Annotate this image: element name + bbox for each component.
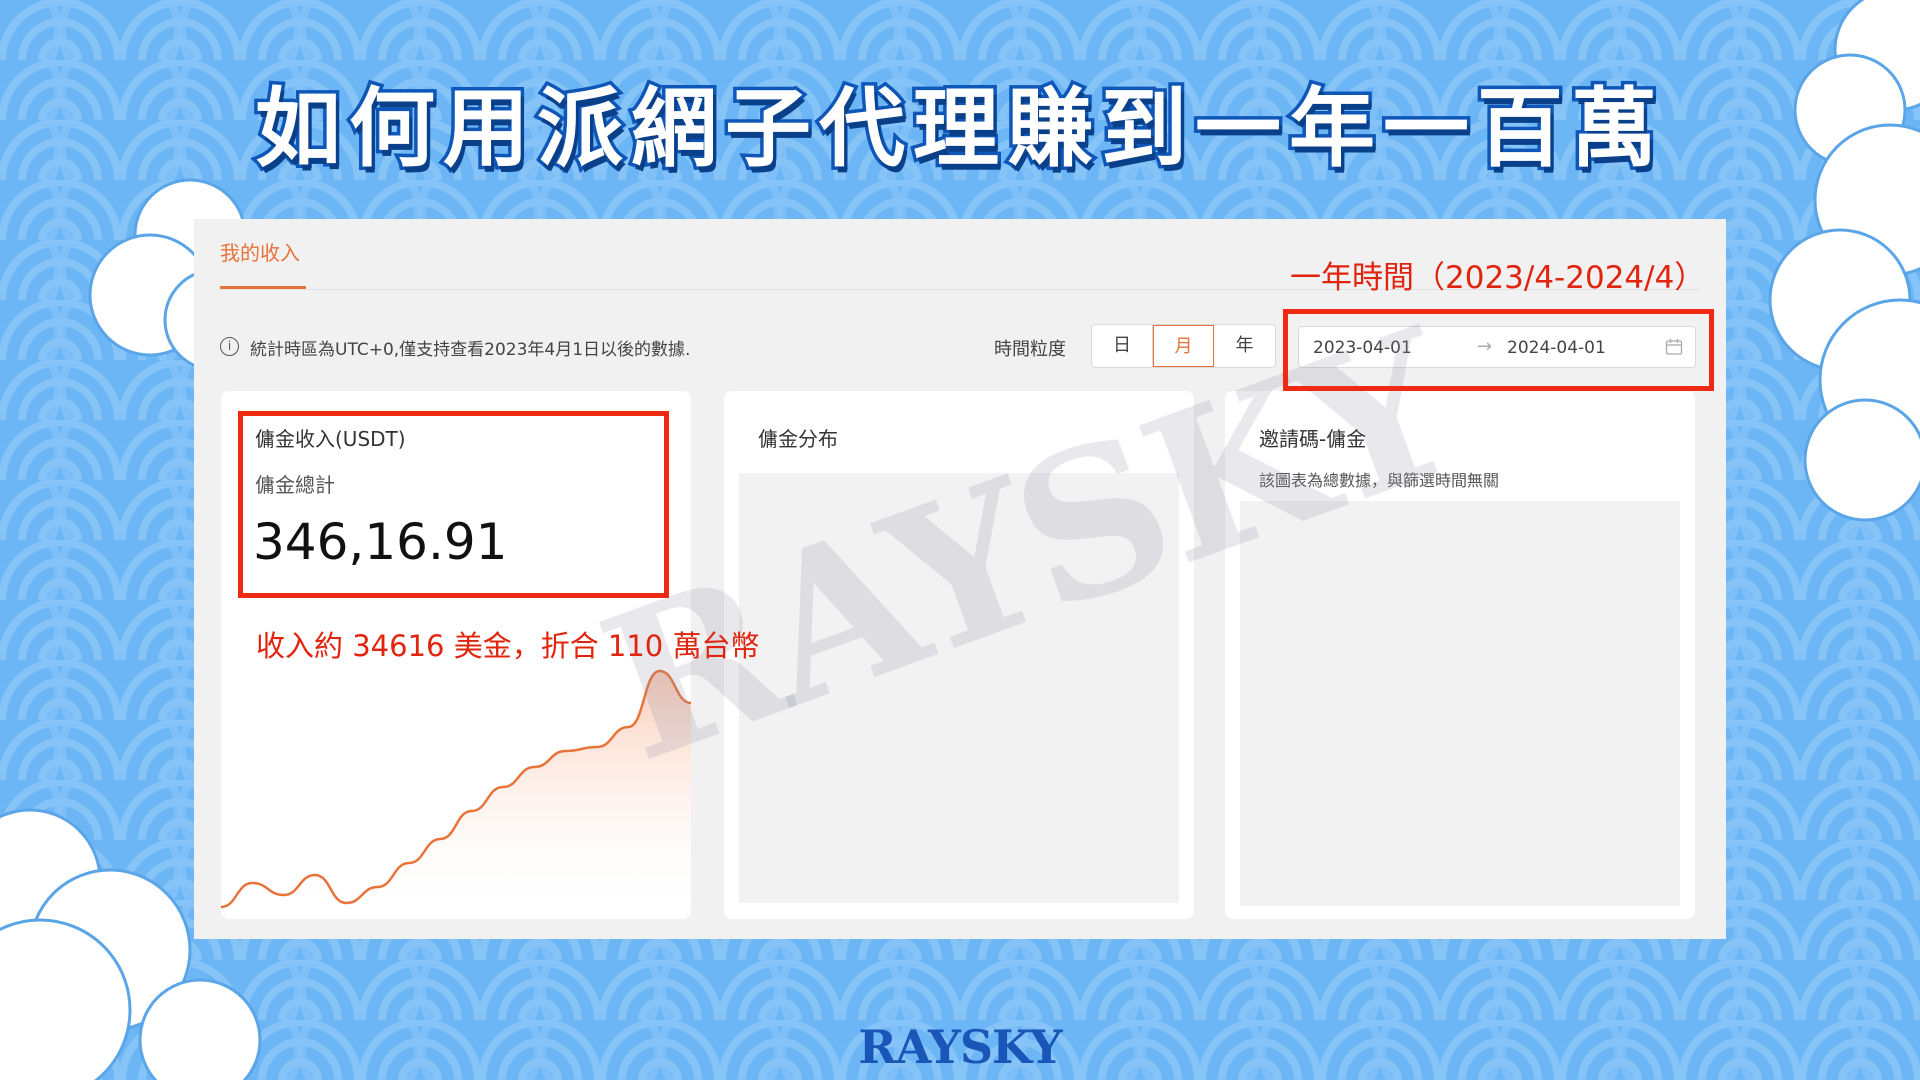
card-title: 傭金分布	[758, 427, 838, 451]
slide-title: 如何用派網子代理賺到一年一百萬	[252, 76, 1665, 183]
granularity-label: 時間粒度	[994, 339, 1066, 360]
granularity-day-button[interactable]: 日	[1092, 325, 1153, 367]
brand-logo: RAYSKY	[858, 1020, 1062, 1074]
income-annotation: 收入約 34616 美金，折合 110 萬台幣	[256, 629, 760, 663]
timezone-info-text: 統計時區為UTC+0,僅支持查看2023年4月1日以後的數據.	[250, 340, 691, 360]
tab-my-income[interactable]: 我的收入	[220, 237, 300, 266]
info-icon: i	[220, 337, 239, 356]
date-range-highlight-box	[1283, 309, 1714, 391]
date-annotation: 一年時間（2023/4-2024/4）	[1290, 260, 1706, 296]
total-highlight-box	[238, 411, 669, 598]
